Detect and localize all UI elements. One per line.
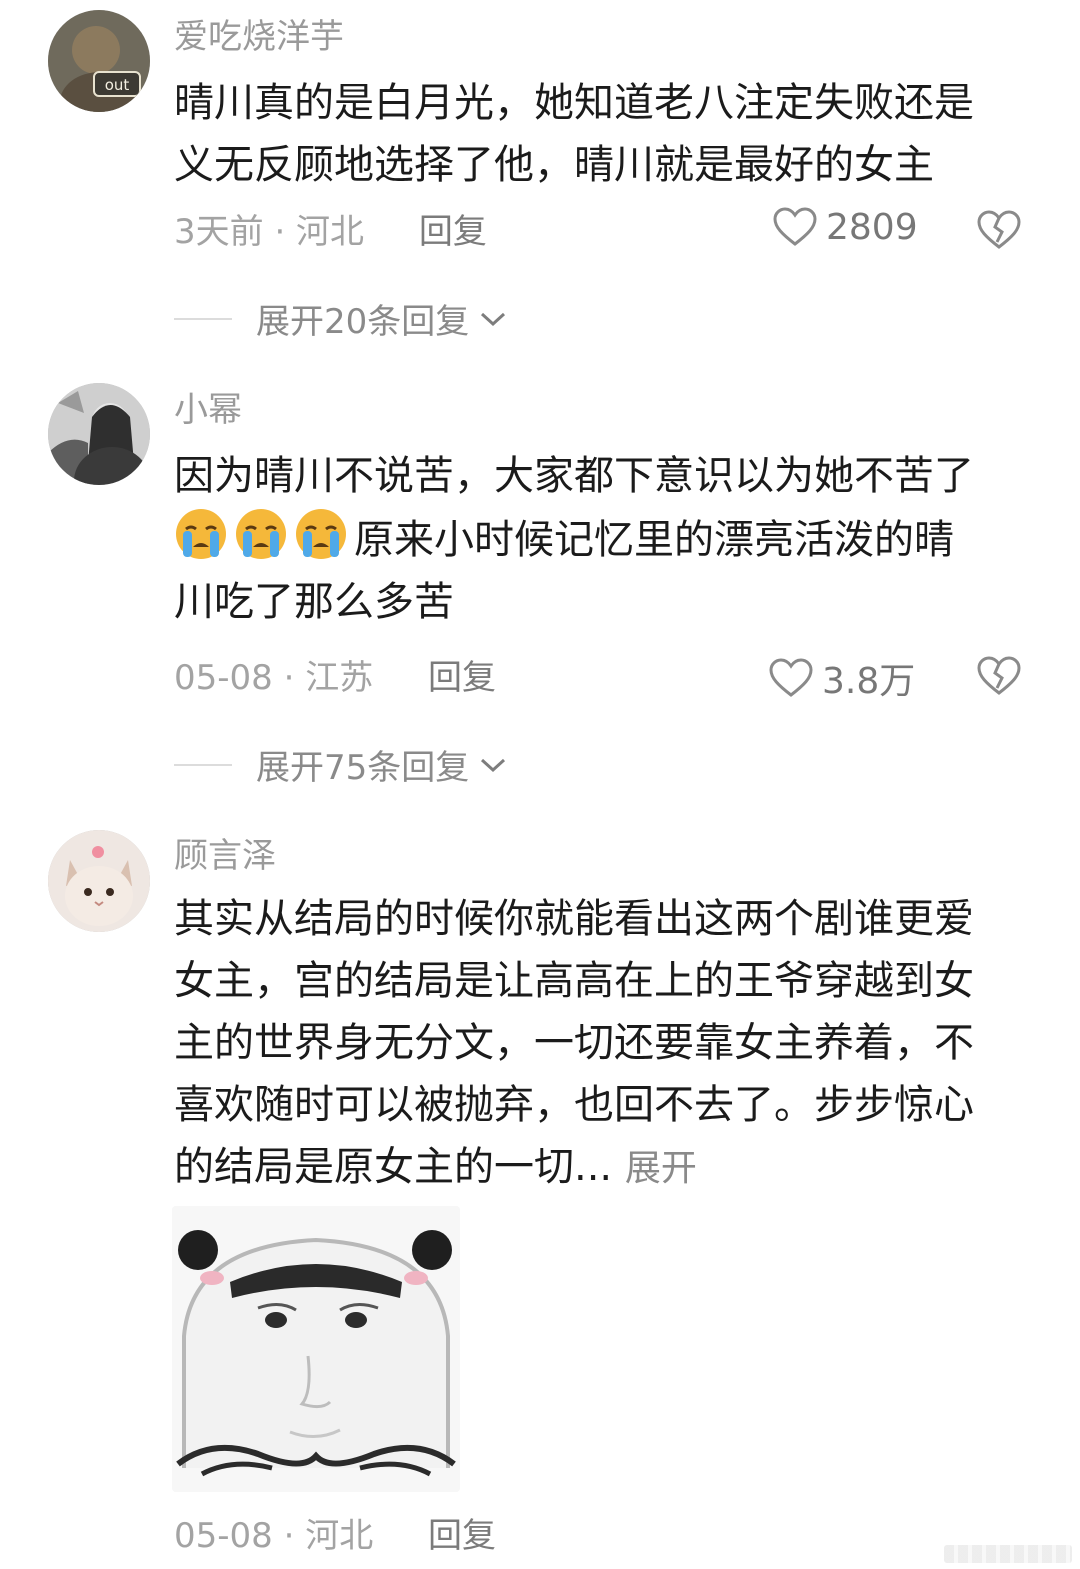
chevron-down-icon [481,758,506,772]
broken-heart-icon [977,656,1021,695]
expand-replies-label: 展开20条回复 [256,302,470,342]
heart-outline-icon [773,207,817,246]
heart-outline-icon [769,658,813,697]
svg-text:out: out [105,76,130,94]
crying-face-emoji-icon [234,507,288,561]
like-button[interactable]: 2809 [772,206,918,248]
watermark [944,1545,1072,1563]
comment-text: 因为晴川不说苦，大家都下意识以为她不苦了 原来小时候记忆里的漂亮活泼的晴 川吃了… [174,453,974,625]
time-location: 05-08 · 河北 [174,1516,374,1556]
like-count: 2809 [826,206,918,248]
reply-button[interactable]: 回复 [419,212,487,252]
dislike-button[interactable] [976,654,1022,698]
time-location: 3天前 · 河北 [174,212,365,252]
divider [174,317,232,320]
sticker-image[interactable] [172,1206,460,1492]
reply-button[interactable]: 回复 [428,658,496,698]
divider [174,763,232,766]
comment-meta: 3天前 · 河北 回复 [174,212,487,252]
expand-replies-button[interactable]: 展开20条回复 [174,294,507,343]
expand-replies-button[interactable]: 展开75条回复 [174,740,507,789]
username[interactable]: 顾言泽 [174,836,276,876]
username[interactable]: 小幂 [174,390,242,430]
dislike-button[interactable] [976,208,1022,252]
broken-heart-icon [977,210,1021,249]
crying-face-emoji-icon [294,507,348,561]
avatar[interactable] [48,383,150,485]
comment-meta: 05-08 · 江苏 回复 [174,658,496,698]
username[interactable]: 爱吃烧洋芋 [174,17,344,57]
expand-text-link[interactable]: 展开 [625,1148,697,1189]
comment-text: 其实从结局的时候你就能看出这两个剧谁更爱 女主，宫的结局是让高高在上的王爷穿越到… [174,896,974,1190]
time-location: 05-08 · 江苏 [174,658,374,698]
chevron-down-icon [481,312,506,326]
comment-text: 晴川真的是白月光，她知道老八注定失败还是 义无反顾地选择了他，晴川就是最好的女主 [174,80,974,188]
reply-button[interactable]: 回复 [428,1516,496,1556]
crying-face-emoji-icon [174,507,228,561]
comment-meta: 05-08 · 河北 回复 [174,1516,496,1556]
like-count: 3.8万 [822,661,916,702]
expand-replies-label: 展开75条回复 [256,748,470,788]
avatar[interactable]: out [48,10,150,112]
like-button[interactable]: 3.8万 [768,652,915,704]
avatar[interactable] [48,830,150,932]
